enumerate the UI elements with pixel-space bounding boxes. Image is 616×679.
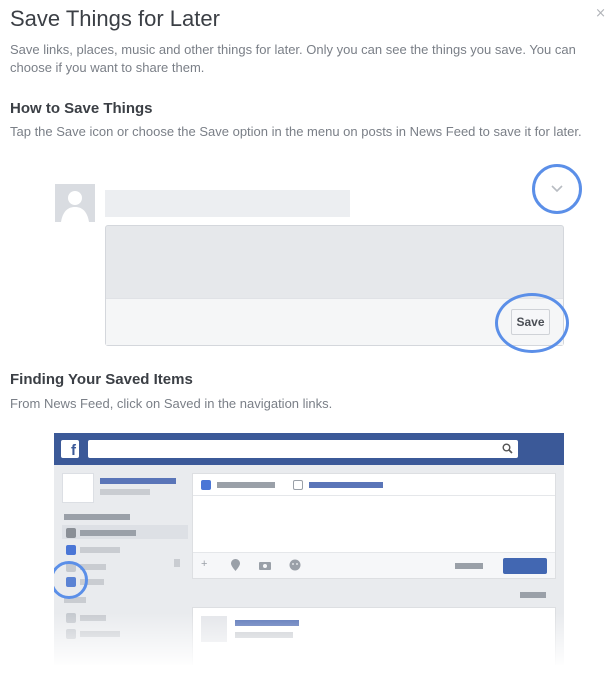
tab-update-status[interactable] [217,482,275,488]
finding-text: From News Feed, click on Saved in the na… [10,396,333,411]
composer-actions: + [193,552,555,578]
add-person-icon[interactable]: + [201,558,207,570]
composer-tabs [193,474,555,496]
dialog-subtitle: Save links, places, music and other thin… [10,42,576,75]
status-composer[interactable]: + [192,473,556,579]
nav-section-placeholder [64,514,130,520]
tab-add-photos[interactable] [309,482,383,488]
top-navigation-bar: f [54,433,564,465]
profile-name-placeholder [100,478,176,484]
sort-selector[interactable] [520,592,546,598]
profile-edit-placeholder [100,489,150,495]
facebook-logo-icon: f [61,440,79,458]
audience-selector[interactable] [455,563,483,569]
save-button[interactable]: Save [511,309,550,335]
nav-item-news-feed[interactable] [80,530,136,536]
nav-count-badge [174,559,180,567]
chevron-highlight-ring [532,164,582,214]
close-icon[interactable]: × [595,6,606,21]
how-to-heading: How to Save Things [10,100,153,117]
dialog-title: Save Things for Later [10,6,220,31]
profile-avatar [62,473,94,503]
post-author-placeholder [105,190,350,217]
avatar-silhouette-icon [55,184,95,222]
post-button[interactable] [503,558,547,574]
how-to-text: Tap the Save icon or choose the Save opt… [10,124,582,139]
location-icon[interactable] [231,559,240,571]
fade-overlay [54,613,564,665]
news-feed-icon [66,528,76,538]
search-input[interactable] [88,440,518,458]
newsfeed-screenshot: f + [54,433,564,665]
messages-icon [66,545,76,555]
edit-icon [201,480,211,490]
chevron-down-icon[interactable] [551,185,563,193]
finding-heading: Finding Your Saved Items [10,371,193,388]
nav-item-messages[interactable] [80,547,120,553]
search-icon [502,443,513,454]
smiley-icon[interactable] [289,559,301,571]
photo-icon [293,480,303,490]
camera-icon[interactable] [259,560,271,570]
